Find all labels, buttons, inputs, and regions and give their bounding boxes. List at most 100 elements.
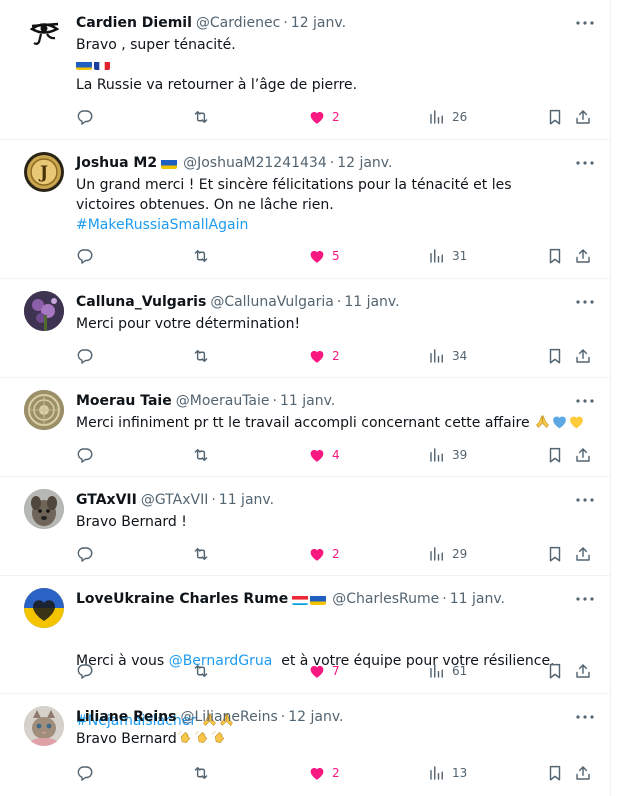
retweet-button[interactable] bbox=[192, 764, 210, 782]
tweet-actions: 2 29 bbox=[76, 544, 594, 564]
reply-button[interactable] bbox=[76, 446, 94, 464]
share-button[interactable] bbox=[574, 446, 592, 464]
user-handle[interactable]: @CharlesRume bbox=[332, 590, 439, 608]
avatar[interactable] bbox=[24, 390, 64, 430]
views-button[interactable]: 34 bbox=[428, 347, 467, 365]
retweet-button[interactable] bbox=[192, 662, 210, 680]
more-options-icon[interactable] bbox=[576, 590, 594, 608]
reply-tweet[interactable]: Liliane Reins @LilianeReins · 12 janv. B… bbox=[0, 694, 610, 796]
more-options-icon[interactable] bbox=[576, 14, 594, 32]
tweet-date[interactable]: 11 janv. bbox=[280, 392, 335, 410]
display-name[interactable]: Calluna_Vulgaris bbox=[76, 293, 206, 311]
more-options-icon[interactable] bbox=[576, 708, 594, 726]
share-button[interactable] bbox=[574, 108, 592, 126]
display-name[interactable]: Cardien Diemil bbox=[76, 14, 192, 32]
tweet-header: Calluna_Vulgaris @CallunaVulgaria · 11 j… bbox=[76, 293, 400, 311]
views-button[interactable]: 39 bbox=[428, 446, 467, 464]
tweet-date[interactable]: 12 janv. bbox=[288, 708, 343, 726]
view-count: 34 bbox=[452, 349, 468, 363]
like-button[interactable]: 2 bbox=[308, 108, 340, 126]
views-button[interactable]: 31 bbox=[428, 247, 467, 265]
reply-icon bbox=[77, 110, 93, 125]
luxembourg-flag-icon bbox=[292, 594, 309, 605]
user-handle[interactable]: @JoshuaM21241434 bbox=[183, 154, 327, 172]
like-button[interactable]: 5 bbox=[308, 247, 340, 265]
share-button[interactable] bbox=[574, 247, 592, 265]
views-button[interactable]: 61 bbox=[428, 662, 467, 680]
avatar[interactable] bbox=[24, 12, 64, 52]
retweet-button[interactable] bbox=[192, 446, 210, 464]
display-name[interactable]: GTAxVII bbox=[76, 491, 137, 509]
display-name[interactable]: LoveUkraine Charles Rume bbox=[76, 590, 288, 608]
bookmark-button[interactable] bbox=[546, 662, 564, 680]
tweet-header: GTAxVII @GTAxVII · 11 janv. bbox=[76, 491, 274, 509]
retweet-button[interactable] bbox=[192, 347, 210, 365]
reply-button[interactable] bbox=[76, 764, 94, 782]
tweet-date[interactable]: 11 janv. bbox=[219, 491, 274, 509]
tweet-date[interactable]: 11 janv. bbox=[344, 293, 399, 311]
tweet-date[interactable]: 12 janv. bbox=[291, 14, 346, 32]
reply-button[interactable] bbox=[76, 347, 94, 365]
bookmark-button[interactable] bbox=[546, 347, 564, 365]
tweet-header: Liliane Reins @LilianeReins · 12 janv. bbox=[76, 708, 344, 726]
bookmark-button[interactable] bbox=[546, 545, 564, 563]
views-button[interactable]: 26 bbox=[428, 108, 467, 126]
like-count: 4 bbox=[332, 448, 340, 462]
reply-button[interactable] bbox=[76, 108, 94, 126]
reply-tweet[interactable]: GTAxVII @GTAxVII · 11 janv. Bravo Bernar… bbox=[0, 477, 610, 576]
bookmark-icon bbox=[549, 109, 561, 125]
avatar[interactable] bbox=[24, 291, 64, 331]
reply-tweet[interactable]: Calluna_Vulgaris @CallunaVulgaria · 11 j… bbox=[0, 279, 610, 378]
reply-button[interactable] bbox=[76, 662, 94, 680]
hashtag-link[interactable]: #MakeRussiaSmallAgain bbox=[76, 215, 556, 235]
avatar[interactable] bbox=[24, 706, 64, 746]
like-button[interactable]: 2 bbox=[308, 764, 340, 782]
bookmark-button[interactable] bbox=[546, 446, 564, 464]
display-name[interactable]: Liliane Reins bbox=[76, 708, 176, 726]
user-handle[interactable]: @CallunaVulgaria bbox=[210, 293, 334, 311]
user-handle[interactable]: @MoerauTaie bbox=[176, 392, 270, 410]
share-button[interactable] bbox=[574, 347, 592, 365]
reply-button[interactable] bbox=[76, 247, 94, 265]
more-options-icon[interactable] bbox=[576, 392, 594, 410]
retweet-button[interactable] bbox=[192, 108, 210, 126]
share-button[interactable] bbox=[574, 764, 592, 782]
views-button[interactable]: 29 bbox=[428, 545, 467, 563]
bookmark-button[interactable] bbox=[546, 108, 564, 126]
user-handle[interactable]: @Cardienec bbox=[196, 14, 280, 32]
avatar[interactable]: J bbox=[24, 152, 64, 192]
bookmark-button[interactable] bbox=[546, 247, 564, 265]
more-options-icon[interactable] bbox=[576, 154, 594, 172]
reply-tweet[interactable]: J Joshua M2 @JoshuaM21241434 · 12 janv. … bbox=[0, 140, 610, 279]
user-handle[interactable]: @LilianeReins bbox=[180, 708, 277, 726]
retweet-button[interactable] bbox=[192, 545, 210, 563]
share-button[interactable] bbox=[574, 545, 592, 563]
bookmark-icon bbox=[549, 546, 561, 562]
like-button[interactable]: 2 bbox=[308, 545, 340, 563]
reply-button[interactable] bbox=[76, 545, 94, 563]
share-button[interactable] bbox=[574, 662, 592, 680]
tweet-date[interactable]: 11 janv. bbox=[450, 590, 505, 608]
display-name[interactable]: Moerau Taie bbox=[76, 392, 172, 410]
tweet-date[interactable]: 12 janv. bbox=[337, 154, 392, 172]
like-button[interactable]: 7 bbox=[308, 662, 340, 680]
reply-tweet[interactable]: Moerau Taie @MoerauTaie · 11 janv. Merci… bbox=[0, 378, 610, 477]
share-icon bbox=[576, 448, 590, 462]
separator-dot: · bbox=[336, 294, 342, 310]
user-handle[interactable]: @GTAxVII bbox=[141, 491, 209, 509]
like-button[interactable]: 2 bbox=[308, 347, 340, 365]
tweet-text: Bravo Bernard bbox=[76, 729, 228, 749]
bookmark-button[interactable] bbox=[546, 764, 564, 782]
reply-tweet[interactable]: LoveUkraine Charles Rume @CharlesRume · … bbox=[0, 576, 610, 729]
retweet-button[interactable] bbox=[192, 247, 210, 265]
avatar[interactable] bbox=[24, 588, 64, 628]
like-count: 2 bbox=[332, 110, 340, 124]
display-name[interactable]: Joshua M2 bbox=[76, 154, 157, 172]
more-options-icon[interactable] bbox=[576, 293, 594, 311]
like-button[interactable]: 4 bbox=[308, 446, 340, 464]
reply-tweet[interactable]: Cardien Diemil @Cardienec · 12 janv. Bra… bbox=[0, 0, 610, 140]
views-button[interactable]: 13 bbox=[428, 764, 467, 782]
more-options-icon[interactable] bbox=[576, 491, 594, 509]
avatar[interactable] bbox=[24, 489, 64, 529]
france-flag-icon bbox=[94, 59, 110, 70]
